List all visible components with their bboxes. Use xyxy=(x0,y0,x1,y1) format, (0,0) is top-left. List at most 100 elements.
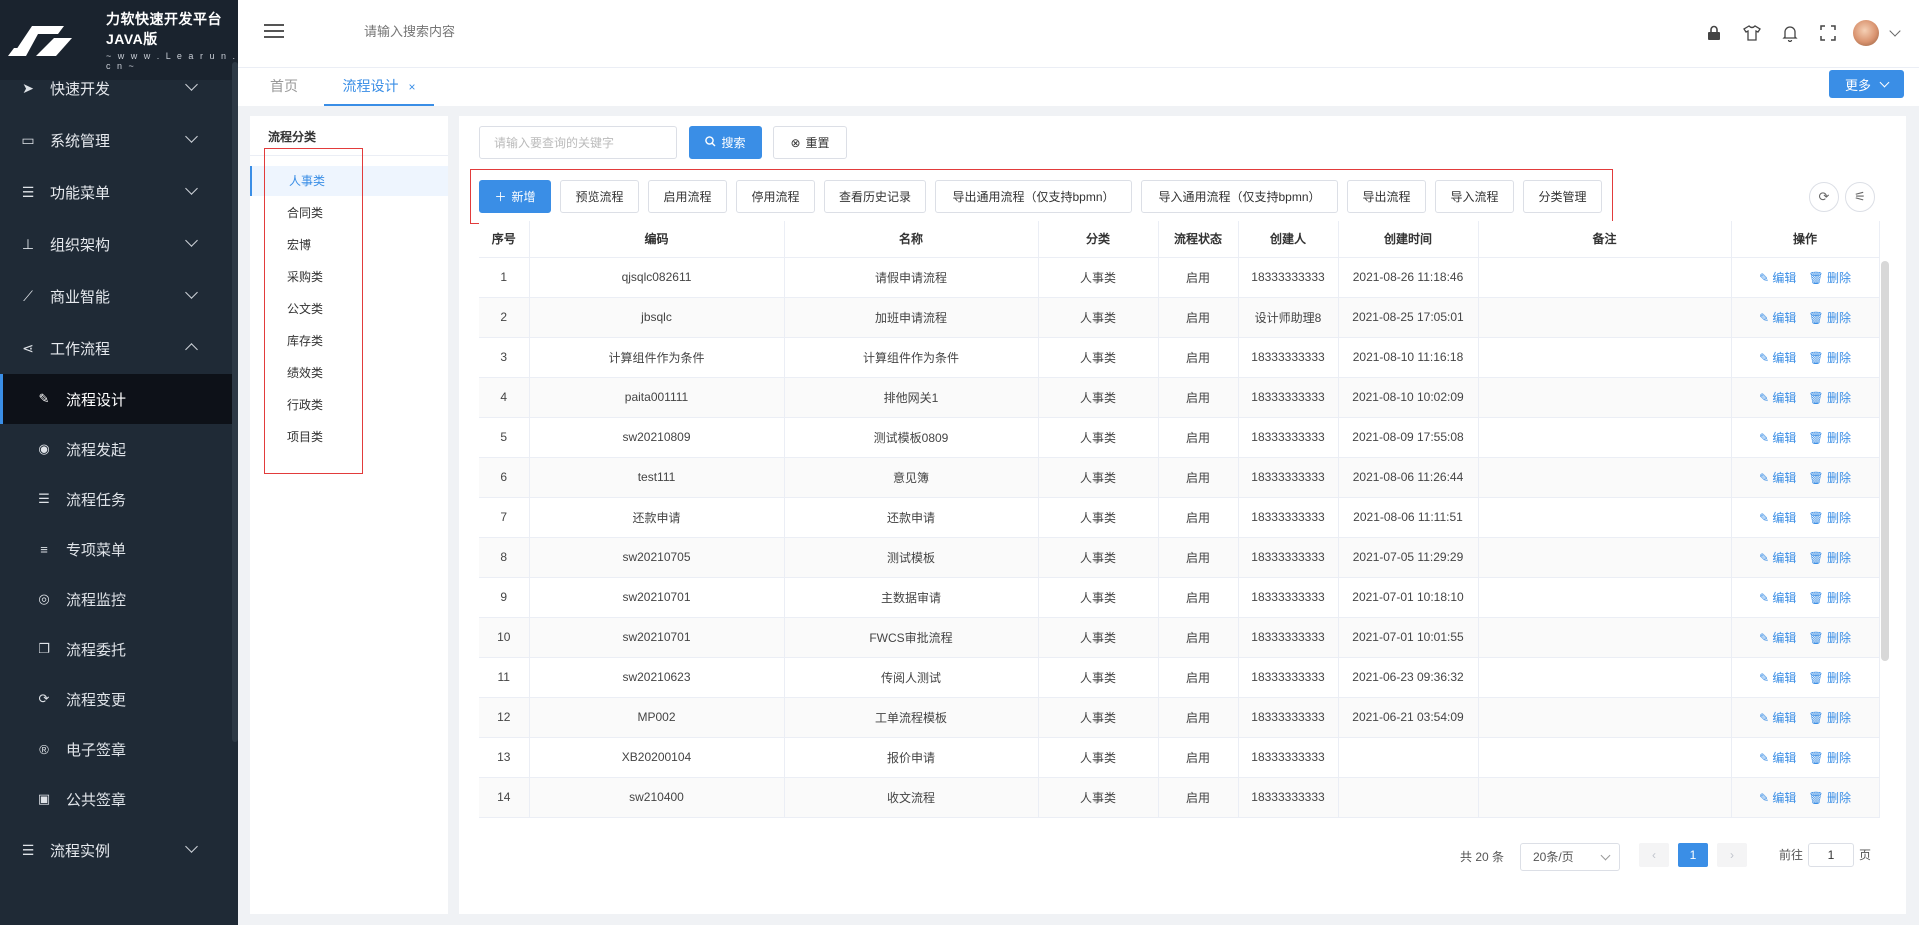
sidebar-subitem-flow-change[interactable]: ⟳ 流程变更 xyxy=(0,674,232,724)
delete-button[interactable]: 🗑 删除 xyxy=(1808,311,1851,325)
next-page-button[interactable]: › xyxy=(1717,843,1747,867)
keyword-search-input[interactable] xyxy=(479,126,677,159)
category-manage-button[interactable]: 分类管理 xyxy=(1523,180,1602,213)
column-header[interactable]: 备注 xyxy=(1478,221,1732,258)
delete-button[interactable]: 🗑 删除 xyxy=(1808,591,1851,605)
category-item[interactable]: 行政类 xyxy=(250,390,448,420)
sidebar-subitem-flow-design[interactable]: ✎ 流程设计 xyxy=(0,374,232,424)
category-item[interactable]: 库存类 xyxy=(250,326,448,356)
table-row[interactable]: 1 qjsqlc082611 请假申请流程 人事类 启用 18333333333 2021-… xyxy=(479,257,1880,298)
delete-button[interactable]: 🗑 删除 xyxy=(1808,711,1851,725)
export-flow-button[interactable]: 导出流程 xyxy=(1347,180,1426,213)
edit-button[interactable]: ✎ 编辑 xyxy=(1759,791,1796,805)
edit-button[interactable]: ✎ 编辑 xyxy=(1759,631,1796,645)
delete-button[interactable]: 🗑 删除 xyxy=(1808,431,1851,445)
edit-button[interactable]: ✎ 编辑 xyxy=(1759,471,1796,485)
refresh-icon[interactable]: ⟳ xyxy=(1809,182,1839,212)
shirt-icon[interactable] xyxy=(1733,18,1771,48)
category-item[interactable]: 合同类 xyxy=(250,198,448,228)
goto-page-input[interactable] xyxy=(1808,843,1854,867)
export-generic-flow-button[interactable]: 导出通用流程（仅支持bpmn） xyxy=(935,180,1132,213)
table-row[interactable]: 2 jbsqlc 加班申请流程 人事类 启用 设计师助理8 2021-08-25 17:05… xyxy=(479,297,1880,338)
close-icon[interactable]: × xyxy=(408,80,415,94)
edit-button[interactable]: ✎ 编辑 xyxy=(1759,671,1796,685)
table-row[interactable]: 4 paita001111 排他网关1 人事类 启用 18333333333 2021-08… xyxy=(479,377,1880,418)
column-header[interactable]: 序号 xyxy=(479,221,530,258)
delete-button[interactable]: 🗑 删除 xyxy=(1808,751,1851,765)
table-row[interactable]: 6 test111 意见簿 人事类 启用 18333333333 2021-08-06 11… xyxy=(479,457,1880,498)
column-header[interactable]: 编码 xyxy=(529,221,785,258)
sidebar-item-flow-instance[interactable]: ☰ 流程实例 xyxy=(0,824,232,876)
disable-flow-button[interactable]: 停用流程 xyxy=(736,180,815,213)
preview-flow-button[interactable]: 预览流程 xyxy=(560,180,639,213)
sidebar-subitem-flow-monitor[interactable]: ◎ 流程监控 xyxy=(0,574,232,624)
sidebar-item-function-menu[interactable]: ☰ 功能菜单 xyxy=(0,166,232,218)
sidebar-item-quick-dev[interactable]: ➤ 快速开发 xyxy=(0,62,232,114)
avatar[interactable] xyxy=(1853,20,1879,46)
fullscreen-icon[interactable] xyxy=(1809,18,1847,48)
sidebar-subitem-special-menu[interactable]: ≡ 专项菜单 xyxy=(0,524,232,574)
delete-button[interactable]: 🗑 删除 xyxy=(1808,671,1851,685)
column-header[interactable]: 操作 xyxy=(1731,221,1880,258)
table-row[interactable]: 13 XB20200104 报价申请 人事类 启用 18333333333 ✎ 编辑 🗑 删除 xyxy=(479,737,1880,778)
reset-button[interactable]: ⊗ 重置 xyxy=(773,126,847,159)
sidebar-item-org[interactable]: ⊥ 组织架构 xyxy=(0,218,232,270)
edit-button[interactable]: ✎ 编辑 xyxy=(1759,551,1796,565)
table-row[interactable]: 5 sw20210809 测试模板0809 人事类 启用 18333333333 2021-… xyxy=(479,417,1880,458)
delete-button[interactable]: 🗑 删除 xyxy=(1808,791,1851,805)
view-history-button[interactable]: 查看历史记录 xyxy=(824,180,926,213)
column-header[interactable]: 分类 xyxy=(1038,221,1159,258)
category-item[interactable]: 项目类 xyxy=(250,422,448,452)
table-row[interactable]: 7 还款申请 还款申请 人事类 启用 18333333333 2021-08-06 11:1… xyxy=(479,497,1880,538)
table-scrollbar[interactable] xyxy=(1881,261,1889,661)
delete-button[interactable]: 🗑 删除 xyxy=(1808,511,1851,525)
sidebar-subitem-flow-task[interactable]: ☰ 流程任务 xyxy=(0,474,232,524)
hamburger-icon[interactable] xyxy=(264,24,284,38)
column-header[interactable]: 流程状态 xyxy=(1158,221,1239,258)
sidebar-item-system[interactable]: ▭ 系统管理 xyxy=(0,114,232,166)
sidebar-subitem-e-signature[interactable]: ® 电子签章 xyxy=(0,724,232,774)
lock-icon[interactable] xyxy=(1695,18,1733,48)
sidebar-subitem-flow-start[interactable]: ◉ 流程发起 xyxy=(0,424,232,474)
column-header[interactable]: 创建人 xyxy=(1238,221,1339,258)
edit-button[interactable]: ✎ 编辑 xyxy=(1759,711,1796,725)
settings-sliders-icon[interactable]: ⚟ xyxy=(1845,182,1875,212)
delete-button[interactable]: 🗑 删除 xyxy=(1808,351,1851,365)
import-generic-flow-button[interactable]: 导入通用流程（仅支持bpmn） xyxy=(1141,180,1338,213)
prev-page-button[interactable]: ‹ xyxy=(1639,843,1669,867)
sidebar-scrollbar[interactable] xyxy=(232,62,238,742)
edit-button[interactable]: ✎ 编辑 xyxy=(1759,271,1796,285)
table-row[interactable]: 3 计算组件作为条件 计算组件作为条件 人事类 启用 18333333333 2021-08… xyxy=(479,337,1880,378)
tab-home[interactable]: 首页 xyxy=(270,68,298,106)
tab-flow-design[interactable]: 流程设计 × xyxy=(324,68,434,106)
category-item[interactable]: 采购类 xyxy=(250,262,448,292)
delete-button[interactable]: 🗑 删除 xyxy=(1808,471,1851,485)
page-size-select[interactable]: 20条/页 xyxy=(1520,843,1620,871)
delete-button[interactable]: 🗑 删除 xyxy=(1808,271,1851,285)
table-row[interactable]: 11 sw20210623 传阅人测试 人事类 启用 18333333333 2021-06… xyxy=(479,657,1880,698)
category-item[interactable]: 人事类 xyxy=(250,166,448,196)
table-row[interactable]: 9 sw20210701 主数据审请 人事类 启用 18333333333 2021-07-… xyxy=(479,577,1880,618)
delete-button[interactable]: 🗑 删除 xyxy=(1808,551,1851,565)
enable-flow-button[interactable]: 启用流程 xyxy=(648,180,727,213)
edit-button[interactable]: ✎ 编辑 xyxy=(1759,431,1796,445)
global-search-input[interactable] xyxy=(364,24,624,39)
edit-button[interactable]: ✎ 编辑 xyxy=(1759,351,1796,365)
category-item[interactable]: 宏博 xyxy=(250,230,448,260)
search-button[interactable]: 搜索 xyxy=(689,126,762,159)
delete-button[interactable]: 🗑 删除 xyxy=(1808,391,1851,405)
sidebar-item-workflow[interactable]: ⋖ 工作流程 xyxy=(0,322,232,374)
column-header[interactable]: 创建时间 xyxy=(1338,221,1479,258)
category-item[interactable]: 公文类 xyxy=(250,294,448,324)
edit-button[interactable]: ✎ 编辑 xyxy=(1759,391,1796,405)
table-row[interactable]: 14 sw210400 收文流程 人事类 启用 18333333333 ✎ 编辑 🗑 删除 xyxy=(479,777,1880,818)
delete-button[interactable]: 🗑 删除 xyxy=(1808,631,1851,645)
sidebar-subitem-flow-delegate[interactable]: ❐ 流程委托 xyxy=(0,624,232,674)
edit-button[interactable]: ✎ 编辑 xyxy=(1759,511,1796,525)
edit-button[interactable]: ✎ 编辑 xyxy=(1759,751,1796,765)
category-item[interactable]: 绩效类 xyxy=(250,358,448,388)
column-header[interactable]: 名称 xyxy=(784,221,1039,258)
edit-button[interactable]: ✎ 编辑 xyxy=(1759,311,1796,325)
table-row[interactable]: 10 sw20210701 FWCS审批流程 人事类 启用 18333333333 2021… xyxy=(479,617,1880,658)
page-number-button[interactable]: 1 xyxy=(1678,843,1708,867)
